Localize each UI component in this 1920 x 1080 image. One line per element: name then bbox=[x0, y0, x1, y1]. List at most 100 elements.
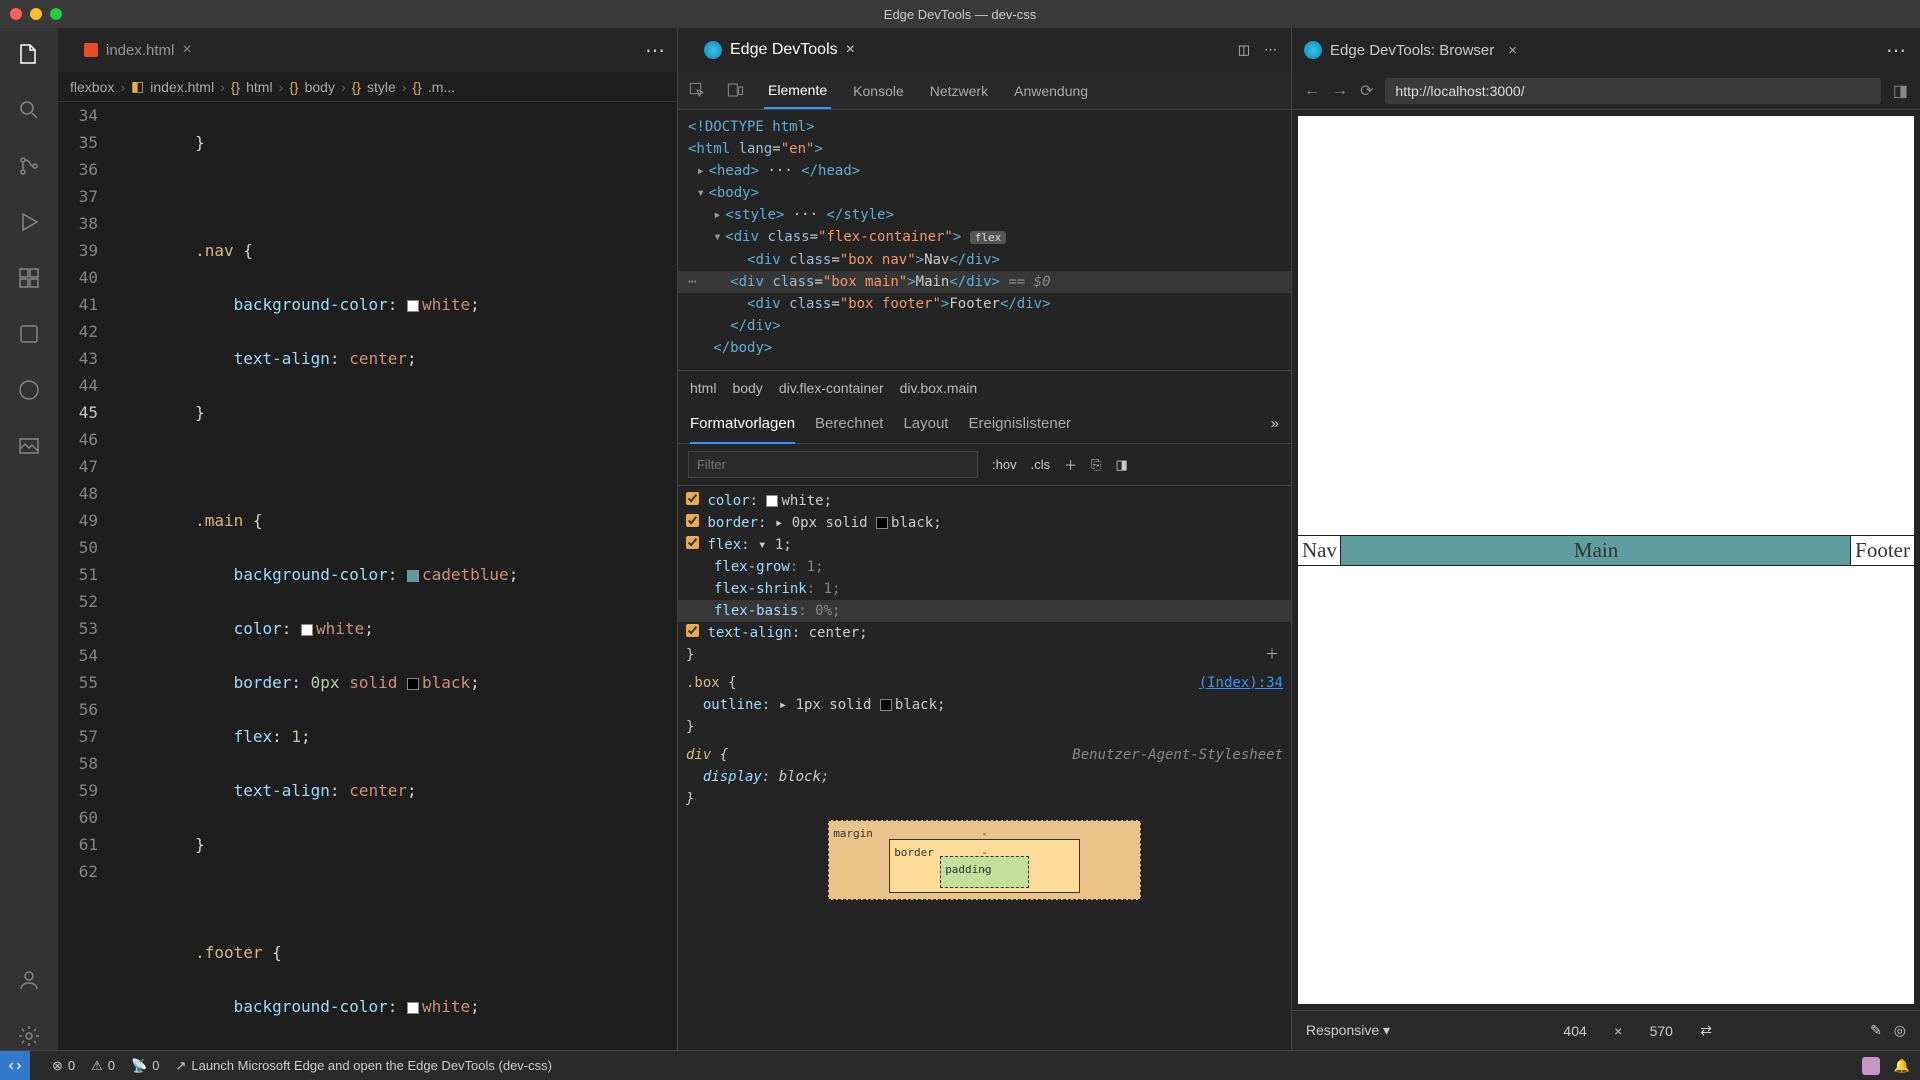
device-toggle-icon[interactable] bbox=[726, 81, 746, 101]
bc-brackets-icon: {} bbox=[289, 79, 298, 95]
browser-toolbar: ← → ⟳ http://localhost:3000/ ◨ bbox=[1292, 72, 1920, 110]
devtools-tab[interactable]: Edge DevTools × bbox=[690, 28, 869, 72]
bc-html[interactable]: html bbox=[246, 79, 272, 95]
extensions-icon[interactable] bbox=[15, 264, 43, 292]
devtools-editor-tabs: Edge DevTools × ◫ ⋯ bbox=[678, 28, 1291, 72]
layout-tab[interactable]: Layout bbox=[903, 415, 948, 432]
prop-toggle[interactable] bbox=[686, 492, 699, 505]
browser-tab-overflow[interactable]: ⋯ bbox=[1886, 38, 1920, 63]
add-prop-icon[interactable]: ＋ bbox=[1265, 644, 1279, 666]
source-link[interactable]: (Index):34 bbox=[1199, 672, 1283, 694]
prop-toggle[interactable] bbox=[686, 514, 699, 527]
dom-tree[interactable]: <!DOCTYPE html> <html lang="en"> ▸<head>… bbox=[678, 110, 1291, 370]
editor-tab-overflow[interactable]: ⋯ bbox=[645, 38, 677, 63]
screenshot-icon[interactable]: ✎ bbox=[1870, 1022, 1882, 1039]
styles-panel[interactable]: color: white; border: ▸ 0px solid black;… bbox=[678, 486, 1291, 1050]
new-rule-icon[interactable]: ＋ bbox=[1064, 455, 1077, 474]
window-title: Edge DevTools — dev-css bbox=[884, 7, 1036, 22]
viewport-width[interactable] bbox=[1548, 1023, 1602, 1039]
panel-toggle-icon[interactable]: ◨ bbox=[1116, 457, 1128, 473]
back-icon[interactable]: ← bbox=[1304, 82, 1320, 100]
bc-brackets-icon: {} bbox=[231, 79, 240, 95]
debug-icon[interactable] bbox=[15, 208, 43, 236]
tools-icon[interactable] bbox=[15, 320, 43, 348]
bc-body[interactable]: body bbox=[305, 79, 335, 95]
device-selector[interactable]: Responsive ▾ bbox=[1306, 1022, 1390, 1039]
prop-toggle[interactable] bbox=[686, 536, 699, 549]
prettier-status[interactable] bbox=[1862, 1057, 1880, 1075]
ports-count[interactable]: 📡 0 bbox=[131, 1058, 159, 1074]
remote-indicator[interactable] bbox=[0, 1051, 30, 1080]
address-bar[interactable]: http://localhost:3000/ bbox=[1385, 78, 1880, 104]
styles-icon[interactable]: ⎘ bbox=[1091, 457, 1101, 473]
file-tab[interactable]: index.html × bbox=[70, 28, 206, 72]
account-icon[interactable] bbox=[15, 966, 43, 994]
code-content[interactable]: } .nav { background-color: white; text-a… bbox=[118, 102, 677, 1050]
box-model-diagram[interactable]: margin- border- padding- bbox=[686, 810, 1283, 900]
maximize-window-button[interactable] bbox=[50, 8, 62, 20]
crumb-flex-container[interactable]: div.flex-container bbox=[779, 380, 884, 396]
crumb-html[interactable]: html bbox=[690, 380, 716, 396]
bc-style[interactable]: style bbox=[367, 79, 396, 95]
demo-main: Main bbox=[1341, 536, 1851, 565]
titlebar: Edge DevTools — dev-css bbox=[0, 0, 1920, 28]
edge-icon[interactable] bbox=[15, 376, 43, 404]
computed-tab[interactable]: Berechnet bbox=[815, 415, 883, 432]
html-file-icon bbox=[84, 43, 98, 57]
settings-icon[interactable] bbox=[15, 1022, 43, 1050]
editor-overflow-icon[interactable]: ⋯ bbox=[1264, 42, 1277, 58]
network-tab[interactable]: Netzwerk bbox=[926, 83, 992, 99]
warnings-count[interactable]: ⚠ 0 bbox=[91, 1058, 115, 1074]
close-tab-icon[interactable]: × bbox=[1508, 42, 1517, 59]
search-icon[interactable] bbox=[15, 96, 43, 124]
explorer-icon[interactable] bbox=[15, 40, 43, 68]
application-tab[interactable]: Anwendung bbox=[1010, 83, 1092, 99]
browser-tab[interactable]: Edge DevTools: Browser × bbox=[1304, 41, 1517, 59]
bc-brackets-icon: {} bbox=[352, 79, 361, 95]
elements-tab[interactable]: Elemente bbox=[764, 82, 831, 109]
line-gutter: 3435363738394041424344454647484950515253… bbox=[58, 102, 118, 1050]
code-editor[interactable]: 3435363738394041424344454647484950515253… bbox=[58, 102, 677, 1050]
close-tab-icon[interactable]: × bbox=[182, 41, 191, 59]
ua-stylesheet-label: Benutzer-Agent-Stylesheet bbox=[1072, 744, 1283, 766]
split-editor-icon[interactable]: ◫ bbox=[1238, 42, 1250, 58]
rotate-icon[interactable]: ⇄ bbox=[1700, 1022, 1712, 1039]
listeners-tab[interactable]: Ereignislistener bbox=[968, 415, 1071, 432]
bc-folder[interactable]: flexbox bbox=[70, 79, 114, 95]
crumb-box-main[interactable]: div.box.main bbox=[900, 380, 978, 396]
bc-main[interactable]: .m... bbox=[428, 79, 455, 95]
devtools-toolbar: Elemente Konsole Netzwerk Anwendung bbox=[678, 72, 1291, 110]
forward-icon[interactable]: → bbox=[1332, 82, 1348, 100]
devtools-tab-label: Edge DevTools bbox=[730, 41, 838, 59]
minimize-window-button[interactable] bbox=[30, 8, 42, 20]
close-window-button[interactable] bbox=[10, 8, 22, 20]
styles-filter-input[interactable] bbox=[688, 451, 978, 478]
more-tabs-icon[interactable]: » bbox=[1271, 415, 1279, 432]
scm-icon[interactable] bbox=[15, 152, 43, 180]
hov-button[interactable]: :hov bbox=[992, 457, 1017, 472]
inspect-element-icon[interactable] bbox=[688, 81, 708, 101]
styles-tab[interactable]: Formatvorlagen bbox=[690, 415, 795, 444]
breadcrumb[interactable]: flexbox› ◧index.html› {}html› {}body› {}… bbox=[58, 72, 677, 102]
console-tab[interactable]: Konsole bbox=[849, 83, 908, 99]
images-icon[interactable] bbox=[15, 432, 43, 460]
device-toolbar: Responsive ▾ × ⇄ ✎ ◎ bbox=[1292, 1010, 1920, 1050]
reload-icon[interactable]: ⟳ bbox=[1360, 81, 1373, 101]
errors-count[interactable]: ⊗ 0 bbox=[52, 1058, 75, 1074]
browser-viewport[interactable]: Nav Main Footer bbox=[1298, 116, 1914, 1004]
crumb-body[interactable]: body bbox=[732, 380, 762, 396]
selected-dom-node[interactable]: ⋯ <div class="box main">Main</div> == $0 bbox=[678, 271, 1291, 293]
editor-pane: index.html × ⋯ flexbox› ◧index.html› {}h… bbox=[58, 28, 678, 1050]
emulation-icon[interactable]: ◎ bbox=[1894, 1022, 1906, 1039]
notifications-icon[interactable]: 🔔 bbox=[1894, 1058, 1910, 1074]
bc-file[interactable]: index.html bbox=[150, 79, 214, 95]
close-tab-icon[interactable]: × bbox=[846, 41, 855, 59]
dom-breadcrumb[interactable]: html body div.flex-container div.box.mai… bbox=[678, 370, 1291, 404]
viewport-height[interactable] bbox=[1634, 1023, 1688, 1039]
demo-nav: Nav bbox=[1298, 536, 1341, 565]
cls-button[interactable]: .cls bbox=[1031, 457, 1051, 472]
styles-tabbar: Formatvorlagen Berechnet Layout Ereignis… bbox=[678, 404, 1291, 444]
devtools-toggle-icon[interactable]: ◨ bbox=[1893, 81, 1908, 101]
launch-edge-button[interactable]: ↗ Launch Microsoft Edge and open the Edg… bbox=[175, 1058, 552, 1074]
prop-toggle[interactable] bbox=[686, 624, 699, 637]
